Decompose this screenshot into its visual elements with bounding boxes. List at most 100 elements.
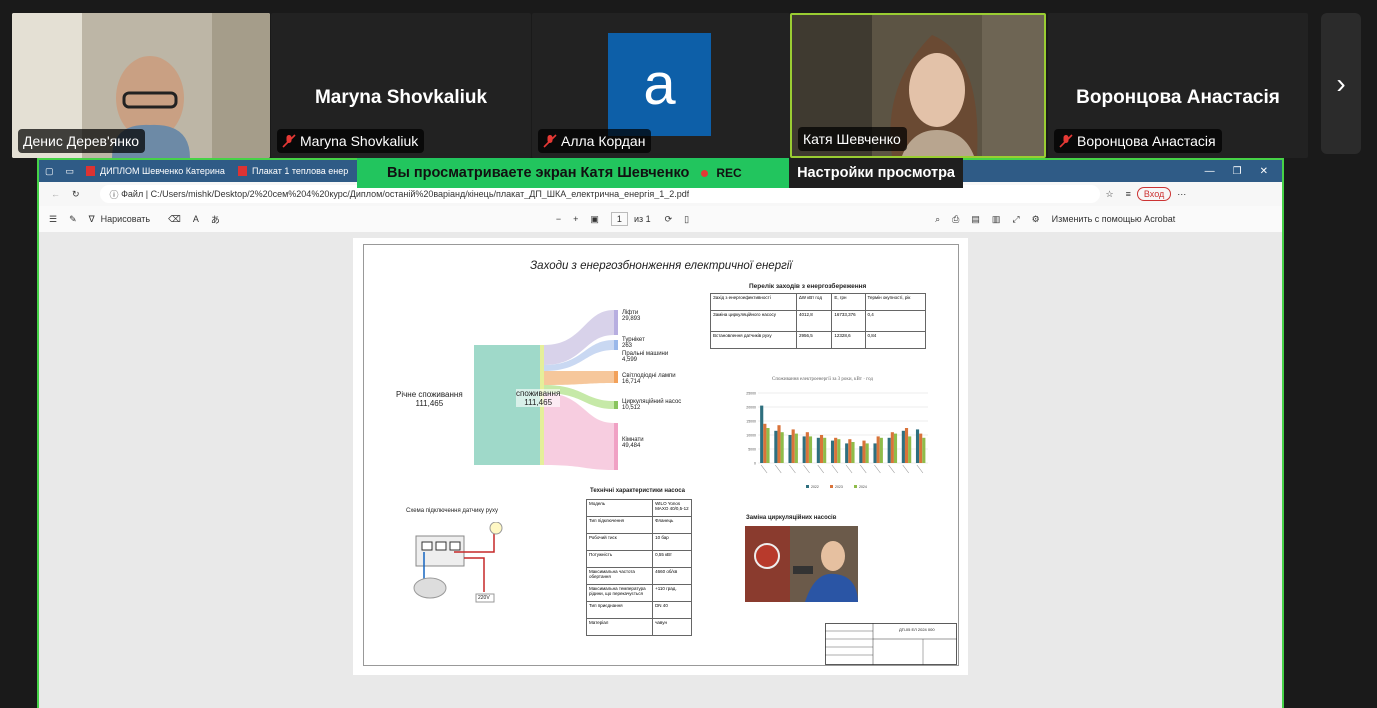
browser-tab-2[interactable]: Плакат 1 теплова енер [232, 160, 374, 182]
x-tick-mark [902, 464, 909, 474]
contents-icon[interactable]: ☰ [49, 214, 57, 225]
replace-title: Заміна циркуляційних насосів [746, 515, 837, 521]
x-tick-mark [775, 464, 782, 474]
muted-mic-icon [543, 134, 557, 148]
login-button[interactable]: Вход [1136, 187, 1172, 201]
participant-strip: Денис Дерев'янко Maryna Shovkaliuk Maryn… [0, 0, 1377, 158]
legend-swatch [806, 485, 809, 488]
x-tick-mark [760, 464, 768, 474]
bar-2023-8 [876, 436, 880, 463]
y-tick-label: 20000 [746, 406, 756, 410]
refresh-icon[interactable]: ↻ [72, 189, 80, 200]
collections-icon[interactable]: ≡ [1126, 189, 1131, 199]
bar-2022-5 [830, 440, 835, 463]
y-tick-label: 15000 [746, 420, 756, 424]
bar-2022-4 [816, 437, 820, 463]
x-tick-mark [817, 464, 824, 474]
browser-tab-1[interactable]: ДИПЛОМ Шевченко Катерина [80, 160, 232, 182]
highlight-icon[interactable]: ✎ [69, 214, 77, 225]
print-icon[interactable]: ⎙ [952, 214, 959, 225]
title-block-stamp [825, 623, 957, 665]
rotate-icon[interactable]: ⟳ [665, 214, 673, 225]
legend-swatch [854, 485, 857, 488]
chevron-right-icon: › [1336, 67, 1346, 99]
participant-tile-2[interactable]: Maryna Shovkaliuk Maryna Shovkaliuk [271, 13, 531, 158]
save-icon[interactable]: ▤ [971, 214, 980, 225]
fullscreen-icon[interactable]: ⤢ [1012, 214, 1019, 225]
record-dot-icon [701, 169, 709, 177]
bar-2023-4 [819, 435, 824, 463]
sankey-mid-label: споживання 111,465 [516, 389, 561, 407]
bar-2023-6 [848, 439, 852, 463]
sankey-item: Пральні машини 4,599 [622, 351, 669, 363]
bar-2024-1 [780, 432, 784, 463]
poster-frame: Заходи з енергозбнонження електричної ен… [363, 244, 959, 666]
consumption-chart: 0 5000 10000 15000 20000 25000 2022 2023 2024 [746, 392, 928, 489]
participant-name: Maryna Shovkaliuk [277, 129, 425, 153]
sankey-item: Турнікет 263 [622, 337, 645, 349]
x-tick-mark [916, 464, 924, 474]
chart-title: Споживання електроенергії за 3 роки, кВт… [772, 377, 873, 382]
maximize-icon[interactable]: ❐ [1233, 166, 1242, 177]
pdf-toolbar: ☰ ✎ ∇ Нарисовать ⌫ A あ − + ▣ 1 из 1 ⟳ ▯ … [39, 206, 1282, 233]
pump-table: Модель WILO Yonos MAXO 40/0,5-12 Тип підк… [585, 499, 692, 636]
edit-acrobat-button[interactable]: Изменить с помощью Acrobat [1052, 214, 1176, 224]
read-aloud-icon[interactable]: A [193, 214, 199, 224]
voltage-label: 220V [478, 595, 490, 601]
stamp-code: ДП-05 ЕЛ 2024 000 [899, 627, 935, 632]
eraser-icon[interactable]: ⌫ [168, 214, 181, 225]
bar-2024-10 [908, 436, 912, 463]
y-tick-label: 0 [754, 462, 756, 466]
participant-tile-3[interactable]: a Алла Кордан [532, 13, 790, 158]
pdf-page: Заходи з енергозбнонження електричної ен… [353, 238, 968, 675]
pdf-icon [86, 166, 96, 176]
tab-actions-icon[interactable]: ▭ [60, 160, 81, 182]
bar-2024-2 [794, 433, 798, 463]
muted-mic-icon [1059, 134, 1073, 148]
zoom-in-icon[interactable]: + [573, 214, 578, 224]
info-icon: ⓘ [109, 189, 119, 200]
star-icon[interactable]: ☆ [1106, 189, 1114, 200]
participant-tile-1[interactable]: Денис Дерев'янко [12, 13, 270, 158]
x-tick-mark [874, 464, 881, 474]
page-number-field[interactable]: 1 [610, 212, 628, 226]
search-icon[interactable]: ⌕ [935, 214, 940, 225]
measures-table: Захід з енергоефективності ∆W кВт год Е, г… [710, 293, 927, 349]
participant-tile-5[interactable]: Воронцова Анастасія Воронцова Анастасія [1048, 13, 1308, 158]
translate-icon[interactable]: あ [211, 213, 220, 226]
bar-2024-9 [893, 433, 898, 463]
participant-name: Воронцова Анастасія [1054, 129, 1222, 153]
back-icon[interactable]: ← [51, 189, 60, 199]
bar-2024-0 [766, 428, 770, 463]
legend-label: 2023 [835, 485, 843, 489]
bar-2024-4 [823, 437, 827, 463]
bar-2022-6 [845, 443, 849, 463]
participant-display-name: Воронцова Анастасія [1076, 87, 1280, 108]
pump-replacement-photo [745, 526, 858, 602]
view-settings-button[interactable]: Настройки просмотра [789, 158, 963, 188]
participant-display-name: Maryna Shovkaliuk [314, 87, 488, 108]
bar-2022-9 [887, 437, 891, 463]
next-page-button[interactable]: › [1321, 13, 1361, 154]
draw-button[interactable]: Нарисовать [101, 214, 150, 224]
bar-2024-11 [922, 437, 926, 463]
fit-icon[interactable]: ▣ [590, 214, 599, 225]
x-tick-mark [888, 464, 895, 474]
settings-icon[interactable]: ⚙ [1032, 214, 1040, 225]
zoom-out-icon[interactable]: − [556, 214, 561, 224]
view-icon[interactable]: ▯ [684, 214, 689, 225]
legend-swatch [830, 485, 833, 488]
save-as-icon[interactable]: ▥ [992, 214, 1001, 225]
bar-2023-2 [791, 429, 795, 463]
participant-name: Алла Кордан [538, 129, 652, 153]
bar-2022-10 [901, 430, 905, 463]
legend-label: 2024 [859, 485, 867, 489]
y-tick-label: 25000 [746, 392, 756, 396]
sankey-item: Циркуляційний насос 10,512 [622, 399, 682, 411]
draw-icon[interactable]: ∇ [89, 214, 95, 225]
close-icon[interactable]: ✕ [1260, 166, 1268, 177]
more-icon[interactable]: ⋯ [1177, 189, 1186, 200]
minimize-icon[interactable]: — [1205, 166, 1215, 177]
window-menu-icon[interactable]: ▢ [39, 160, 60, 182]
participant-tile-4-active[interactable]: Катя Шевченко [790, 13, 1046, 158]
